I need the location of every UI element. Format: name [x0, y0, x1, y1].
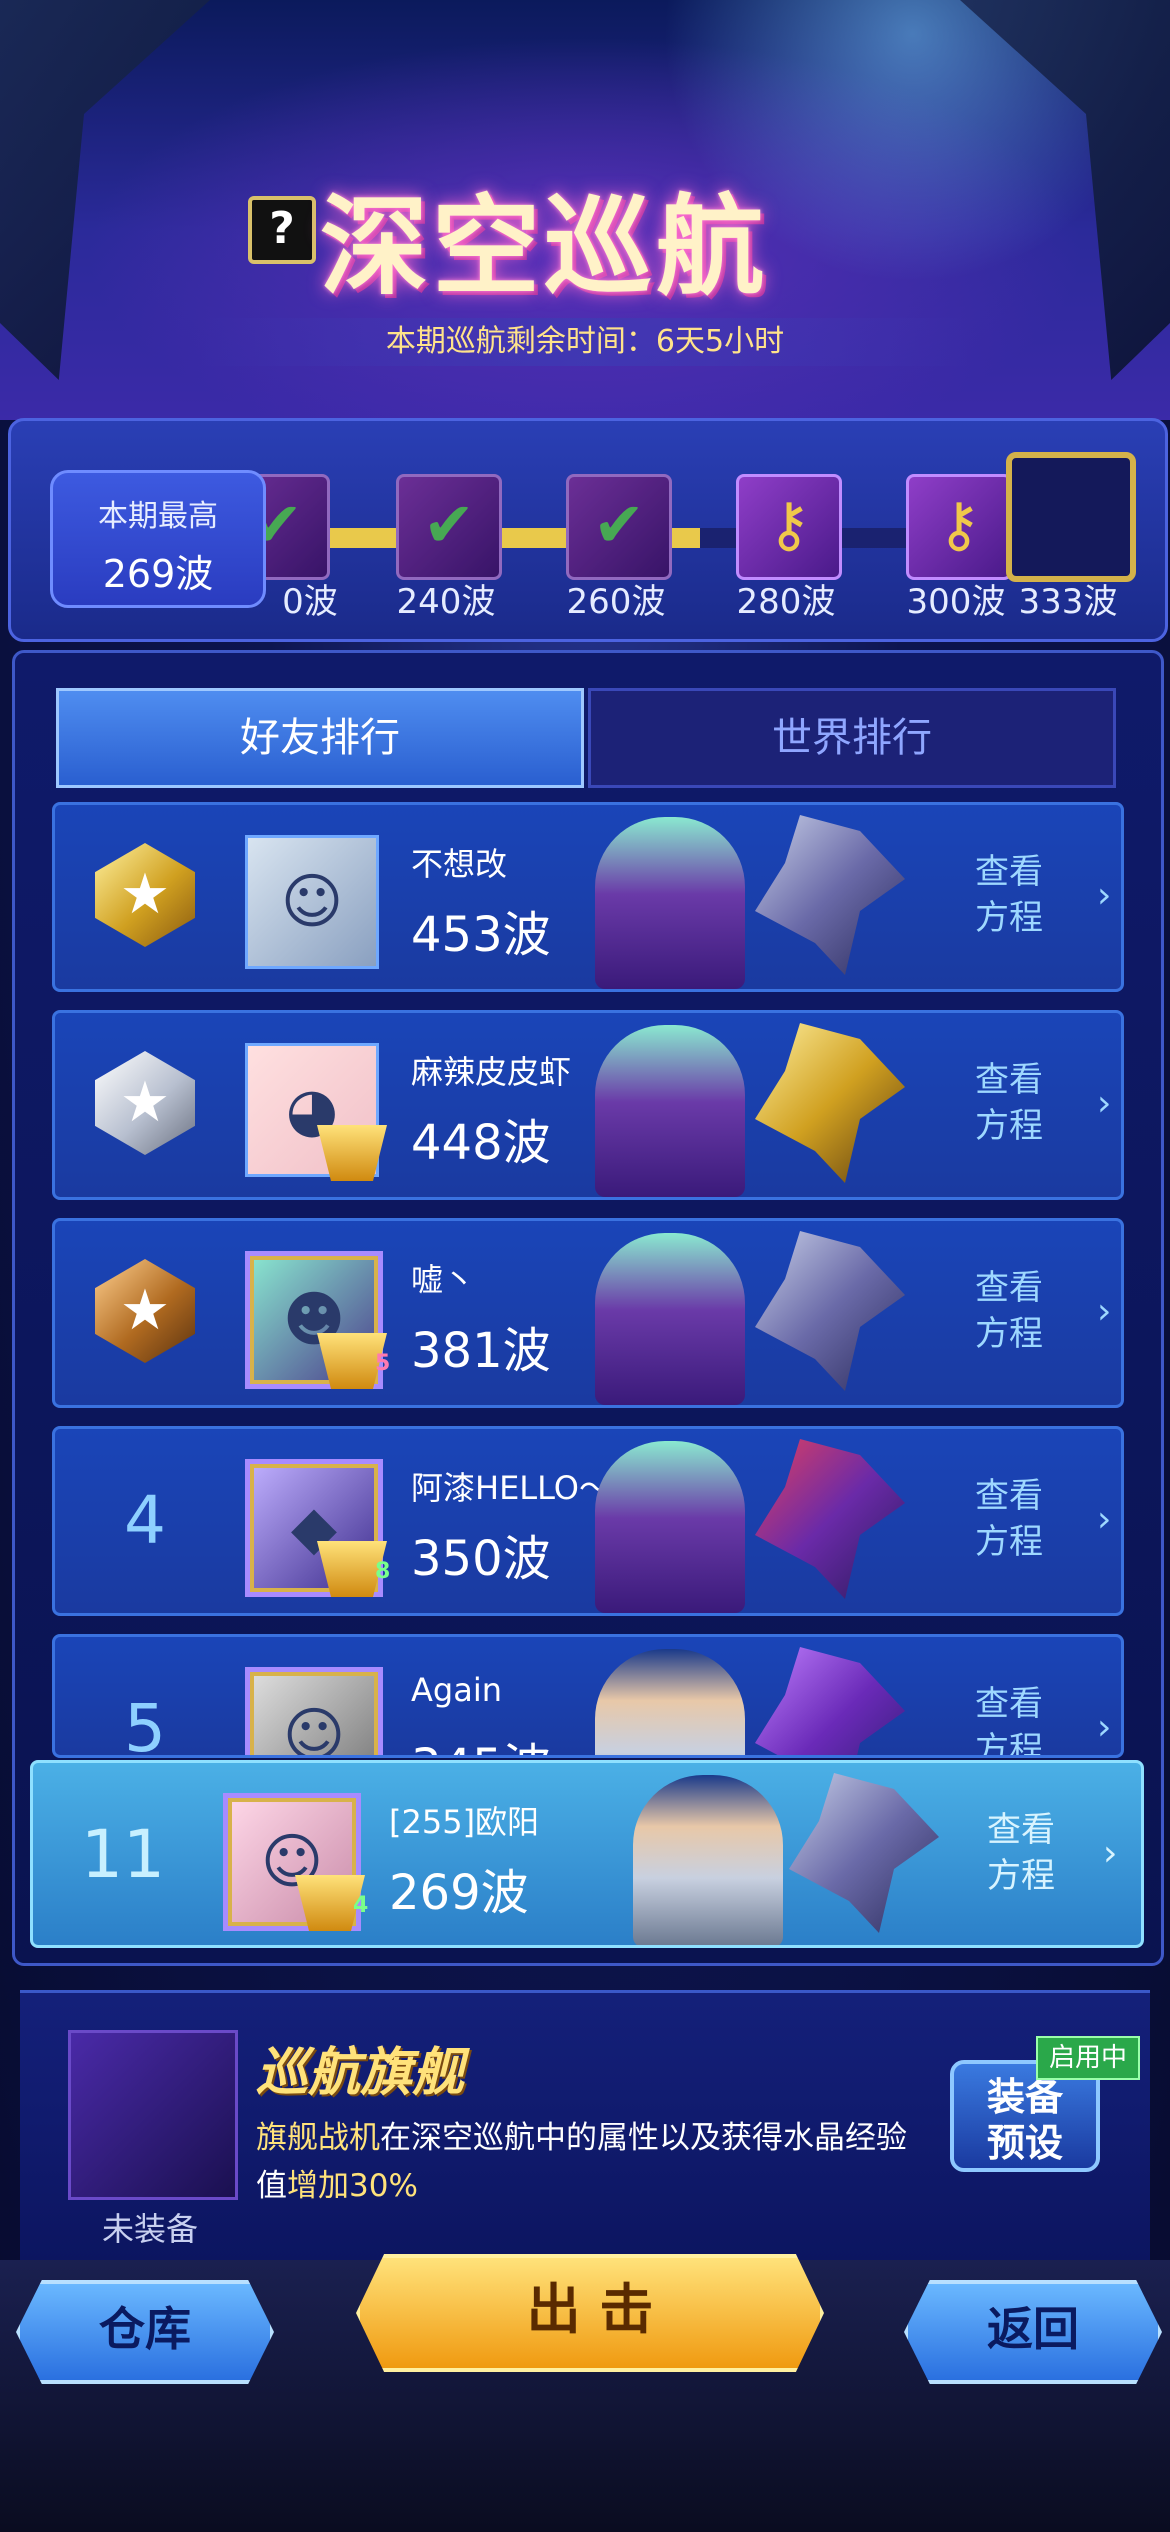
flagship-title: 巡航旗舰 — [256, 2043, 465, 2103]
milestone-key-1[interactable]: ✔ — [396, 474, 502, 580]
player-name: 嘘丶 — [411, 1261, 476, 1299]
tab-world-ranking[interactable]: 世界排行 — [588, 688, 1116, 788]
table-row: 5 ☺ Again 345波 查看 方程 › — [52, 1634, 1124, 1758]
mech-icon — [755, 1439, 905, 1599]
view-loadout-button[interactable]: 查看 方程 — [975, 1473, 1095, 1573]
table-row: 4 ◆ 8 阿漆HELLO～ 350波 查看 方程 › — [52, 1426, 1124, 1616]
help-icon[interactable]: ? — [248, 196, 316, 264]
avatar[interactable]: ☺ — [245, 1667, 383, 1758]
best-record-label: 本期最高 — [98, 499, 218, 534]
milestone-label-3: 280波 — [736, 582, 836, 622]
key-icon: ⚷ — [767, 490, 811, 560]
player-name: 阿漆HELLO～ — [411, 1469, 611, 1507]
level-number: 4 — [353, 1893, 369, 1918]
tab-friends-ranking[interactable]: 好友排行 — [56, 688, 584, 788]
milestone-label-2: 260波 — [566, 582, 666, 622]
check-icon: ✔ — [423, 488, 475, 561]
avatar[interactable]: ☺ — [245, 835, 379, 969]
view-loadout-button[interactable]: 查看 方程 — [975, 1681, 1095, 1755]
chevron-right-icon: › — [1097, 1083, 1112, 1124]
hero-portrait — [595, 1025, 745, 1197]
bronze-medal-icon: ★ — [95, 1259, 195, 1363]
hero-portrait — [595, 817, 745, 989]
flagship-description: 旗舰战机在深空巡航中的属性以及获得水晶经验值增加30% — [256, 2114, 936, 2210]
mech-icon — [755, 1231, 905, 1391]
key-icon: ⚷ — [937, 490, 981, 560]
chevron-right-icon: › — [1103, 1833, 1118, 1874]
mech-icon — [755, 815, 905, 975]
flagship-desc-bonus: 增加30% — [287, 2168, 418, 2204]
silver-medal-icon: ★ — [95, 1051, 195, 1155]
gold-medal-icon: ★ — [95, 843, 195, 947]
hero-portrait — [595, 1649, 745, 1755]
chevron-right-icon: › — [1097, 1291, 1112, 1332]
rank-number: 5 — [124, 1690, 166, 1758]
chevron-right-icon: › — [1097, 875, 1112, 916]
avatar-icon: ☺ — [282, 1701, 346, 1758]
mech-icon — [755, 1647, 905, 1755]
player-score: 448波 — [411, 1115, 551, 1171]
view-loadout-button[interactable]: 查看 方程 — [975, 1265, 1095, 1365]
chevron-right-icon: › — [1097, 1707, 1112, 1748]
flagship-desc-highlight: 旗舰战机 — [256, 2120, 380, 2156]
flagship-slot-label: 未装备 — [101, 2210, 198, 2248]
best-record-box: 本期最高 269波 — [50, 470, 266, 608]
flagship-slot[interactable] — [68, 2030, 238, 2200]
back-button[interactable]: 返回 — [904, 2280, 1162, 2384]
active-status-badge: 启用中 — [1036, 2036, 1140, 2080]
self-row: 11 ☺ 4 [255]欧阳 269波 查看 方程 › — [30, 1760, 1144, 1948]
hero-portrait — [595, 1441, 745, 1613]
mech-icon — [755, 1023, 905, 1183]
final-reward-frame[interactable] — [1006, 452, 1136, 582]
hero-portrait — [595, 1233, 745, 1405]
remaining-time: 本期巡航剩余时间：6天5小时 — [200, 318, 970, 366]
chevron-right-icon: › — [1097, 1499, 1112, 1540]
hero-portrait — [633, 1775, 783, 1945]
player-score: 381波 — [411, 1323, 551, 1379]
view-loadout-button[interactable]: 查看 方程 — [975, 1057, 1095, 1157]
player-score: 345波 — [411, 1727, 551, 1755]
warehouse-button[interactable]: 仓库 — [16, 2280, 274, 2384]
player-name: 不想改 — [411, 845, 508, 883]
player-name: [255]欧阳 — [389, 1803, 540, 1841]
milestone-key-4[interactable]: ⚷ — [906, 474, 1012, 580]
level-number: 8 — [375, 1559, 391, 1584]
attack-button[interactable]: 出 击 — [356, 2254, 824, 2372]
milestone-label-5: 333波 — [1018, 582, 1118, 622]
avatar-icon: ☺ — [280, 867, 344, 937]
player-score: 269波 — [389, 1865, 529, 1921]
table-row: ★ ☻ 5 嘘丶 381波 查看 方程 › — [52, 1218, 1124, 1408]
level-number: 5 — [375, 1351, 391, 1376]
player-name: Again — [411, 1671, 502, 1709]
page-title: 深空巡航 — [320, 185, 769, 310]
mech-icon — [789, 1773, 939, 1933]
milestone-label-1: 240波 — [396, 582, 496, 622]
player-name: 麻辣皮皮虾 — [411, 1053, 572, 1091]
view-loadout-button[interactable]: 查看 方程 — [975, 849, 1095, 949]
table-row: ★ ◕ 麻辣皮皮虾 448波 查看 方程 › — [52, 1010, 1124, 1200]
player-score: 350波 — [411, 1531, 551, 1587]
rank-number: 4 — [124, 1482, 166, 1559]
table-row: ★ ☺ 不想改 453波 查看 方程 › — [52, 802, 1124, 992]
rank-number: 11 — [81, 1816, 165, 1893]
milestone-key-2[interactable]: ✔ — [566, 474, 672, 580]
milestone-key-3[interactable]: ⚷ — [736, 474, 842, 580]
best-record-value: 269波 — [102, 552, 214, 596]
check-icon: ✔ — [593, 488, 645, 561]
player-score: 453波 — [411, 907, 551, 963]
view-loadout-button[interactable]: 查看 方程 — [987, 1807, 1107, 1907]
